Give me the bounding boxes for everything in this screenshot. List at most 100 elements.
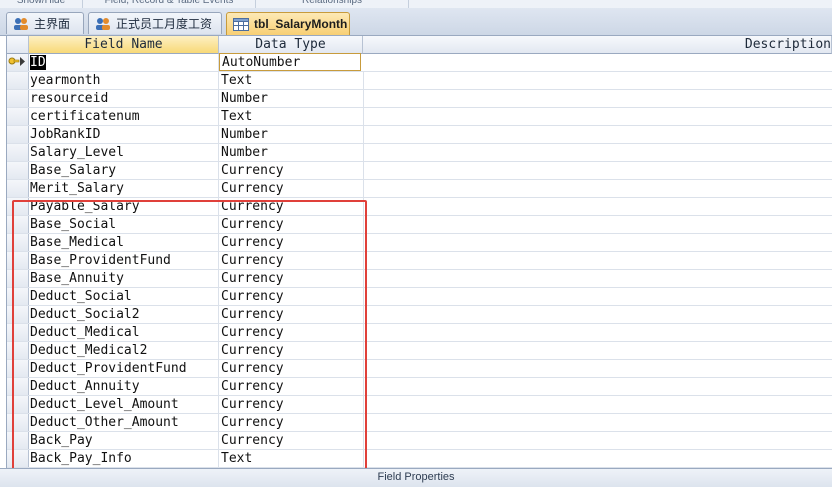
field-row[interactable]: yearmonth Text <box>7 72 832 90</box>
row-selector[interactable] <box>7 414 29 431</box>
data-type-cell[interactable]: Number <box>219 144 364 161</box>
row-selector[interactable] <box>7 342 29 359</box>
field-name-cell[interactable]: resourceid <box>29 90 219 107</box>
data-type-cell[interactable]: Currency <box>219 432 364 449</box>
data-type-cell[interactable]: Text <box>219 108 364 125</box>
field-row[interactable]: Base_Medical Currency <box>7 234 832 252</box>
row-selector[interactable] <box>7 306 29 323</box>
field-name-cell[interactable]: Deduct_Level_Amount <box>29 396 219 413</box>
row-selector[interactable] <box>7 108 29 125</box>
field-row[interactable]: Deduct_Level_Amount Currency <box>7 396 832 414</box>
data-type-cell[interactable]: Currency <box>219 216 364 233</box>
row-selector[interactable] <box>7 126 29 143</box>
row-selector[interactable] <box>7 72 29 89</box>
row-selector[interactable] <box>7 324 29 341</box>
column-header-field-name[interactable]: Field Name <box>29 36 219 54</box>
row-selector[interactable] <box>7 216 29 233</box>
field-name-cell[interactable]: Deduct_Medical2 <box>29 342 219 359</box>
description-cell[interactable] <box>363 342 832 359</box>
description-cell[interactable] <box>363 432 832 449</box>
data-type-cell[interactable]: Currency <box>219 360 364 377</box>
description-cell[interactable] <box>363 324 832 341</box>
description-cell[interactable] <box>363 306 832 323</box>
field-row[interactable]: Deduct_Medical Currency <box>7 324 832 342</box>
row-selector[interactable] <box>7 54 29 71</box>
tab-salary-form[interactable]: 正式员工月度工资 <box>88 12 222 34</box>
tab-main-form[interactable]: 主界面 <box>6 12 84 34</box>
column-header-description[interactable]: Description <box>363 36 832 54</box>
field-row[interactable]: Base_ProvidentFund Currency <box>7 252 832 270</box>
data-type-cell[interactable]: Number <box>219 90 364 107</box>
field-name-cell[interactable]: Merit_Salary <box>29 180 219 197</box>
row-selector[interactable] <box>7 396 29 413</box>
field-name-cell[interactable]: ID <box>29 54 219 71</box>
description-cell[interactable] <box>363 72 832 89</box>
data-type-cell[interactable]: Currency <box>219 378 364 395</box>
column-header-data-type[interactable]: Data Type <box>219 36 363 54</box>
field-name-cell[interactable]: Base_Social <box>29 216 219 233</box>
description-cell[interactable] <box>363 162 832 179</box>
row-selector[interactable] <box>7 378 29 395</box>
row-selector[interactable] <box>7 234 29 251</box>
row-selector[interactable] <box>7 270 29 287</box>
field-name-cell[interactable]: Deduct_Social <box>29 288 219 305</box>
field-row[interactable]: Deduct_Medical2 Currency <box>7 342 832 360</box>
row-selector[interactable] <box>7 288 29 305</box>
row-selector[interactable] <box>7 432 29 449</box>
data-type-cell[interactable]: Currency <box>219 414 364 431</box>
field-row[interactable]: Merit_Salary Currency <box>7 180 832 198</box>
field-row[interactable]: Base_Salary Currency <box>7 162 832 180</box>
field-row[interactable]: resourceid Number <box>7 90 832 108</box>
row-selector[interactable] <box>7 252 29 269</box>
field-name-cell[interactable]: Base_Salary <box>29 162 219 179</box>
field-name-cell[interactable]: Deduct_Annuity <box>29 378 219 395</box>
description-cell[interactable] <box>363 234 832 251</box>
description-cell[interactable] <box>363 252 832 269</box>
data-type-cell[interactable]: Currency <box>219 180 364 197</box>
description-cell[interactable] <box>363 54 832 71</box>
row-selector[interactable] <box>7 450 29 467</box>
row-selector[interactable] <box>7 198 29 215</box>
data-type-cell[interactable]: Text <box>219 72 364 89</box>
field-row[interactable]: Back_Pay_Info Text <box>7 450 832 468</box>
field-name-cell[interactable]: Base_Medical <box>29 234 219 251</box>
data-type-cell[interactable]: AutoNumber <box>219 53 361 71</box>
description-cell[interactable] <box>363 360 832 377</box>
field-name-cell[interactable]: Deduct_Medical <box>29 324 219 341</box>
field-row[interactable]: Base_Social Currency <box>7 216 832 234</box>
field-row[interactable]: Payable_Salary Currency <box>7 198 832 216</box>
data-type-cell[interactable]: Currency <box>219 306 364 323</box>
field-row[interactable]: Deduct_Annuity Currency <box>7 378 832 396</box>
field-row[interactable]: Salary_Level Number <box>7 144 832 162</box>
data-type-cell[interactable]: Number <box>219 126 364 143</box>
description-cell[interactable] <box>363 216 832 233</box>
description-cell[interactable] <box>363 108 832 125</box>
description-cell[interactable] <box>363 378 832 395</box>
field-row[interactable]: Deduct_ProvidentFund Currency <box>7 360 832 378</box>
field-name-cell[interactable]: yearmonth <box>29 72 219 89</box>
field-name-cell[interactable]: certificatenum <box>29 108 219 125</box>
description-cell[interactable] <box>363 198 832 215</box>
description-cell[interactable] <box>363 270 832 287</box>
field-name-cell[interactable]: JobRankID <box>29 126 219 143</box>
field-row[interactable]: Back_Pay Currency <box>7 432 832 450</box>
field-row[interactable]: JobRankID Number <box>7 126 832 144</box>
data-type-cell[interactable]: Currency <box>219 342 364 359</box>
row-selector[interactable] <box>7 144 29 161</box>
field-name-cell[interactable]: Deduct_ProvidentFund <box>29 360 219 377</box>
field-name-cell[interactable]: Payable_Salary <box>29 198 219 215</box>
description-cell[interactable] <box>363 90 832 107</box>
field-row[interactable]: Deduct_Social2 Currency <box>7 306 832 324</box>
data-type-cell[interactable]: Text <box>219 450 364 467</box>
description-cell[interactable] <box>363 450 832 467</box>
tab-tbl-salarymonth[interactable]: tbl_SalaryMonth <box>226 12 350 35</box>
field-row[interactable]: certificatenum Text <box>7 108 832 126</box>
field-name-cell[interactable]: Salary_Level <box>29 144 219 161</box>
data-type-cell[interactable]: Currency <box>219 252 364 269</box>
data-type-cell[interactable]: Currency <box>219 270 364 287</box>
field-row[interactable]: Deduct_Other_Amount Currency <box>7 414 832 432</box>
row-selector[interactable] <box>7 360 29 377</box>
data-type-cell[interactable]: Currency <box>219 198 364 215</box>
field-row[interactable]: Base_Annuity Currency <box>7 270 832 288</box>
row-selector[interactable] <box>7 90 29 107</box>
